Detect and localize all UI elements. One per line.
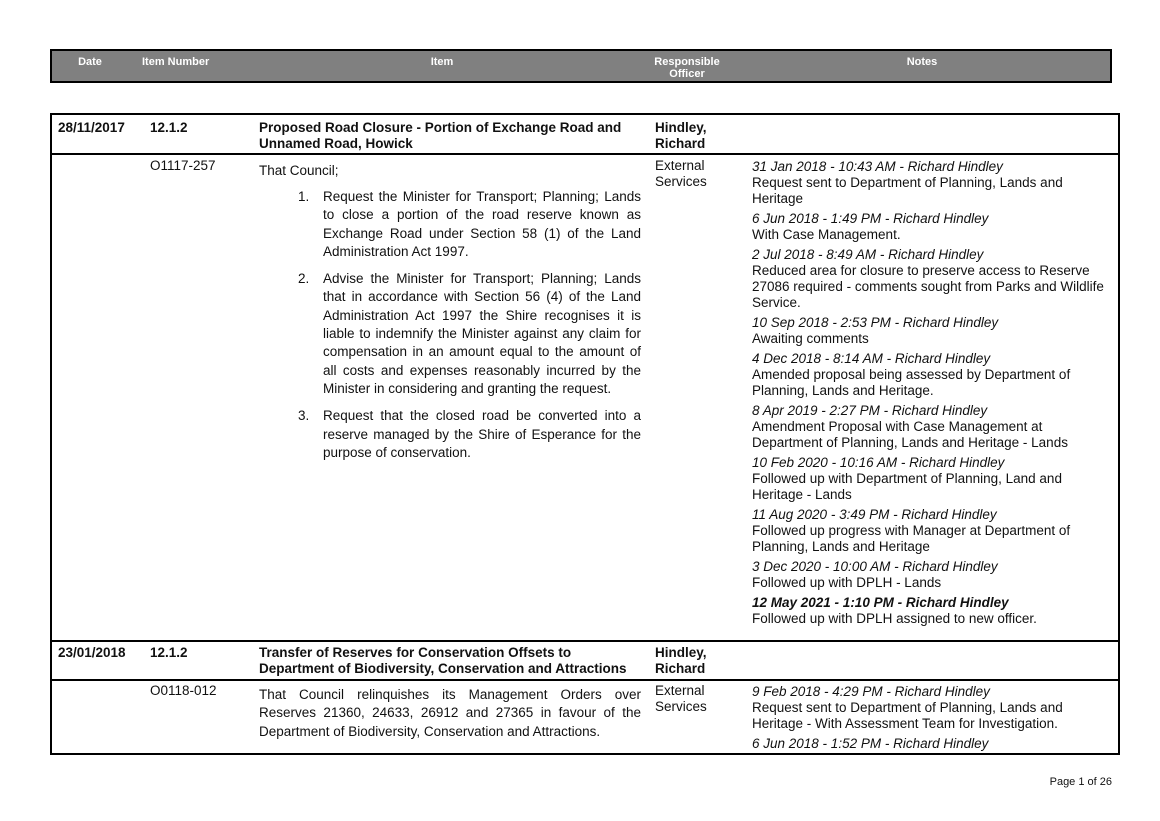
record2-officer-line2: Richard (655, 660, 706, 676)
col-header-officer-line2: Officer (669, 68, 705, 80)
record2-notes: 9 Feb 2018 - 4:29 PM - Richard Hindley Re… (752, 683, 1114, 753)
note-body: Followed up with Department of Planning,… (752, 471, 1062, 502)
note-body: With Case Management. (752, 227, 901, 242)
record2-date: 23/01/2018 (58, 645, 126, 660)
record2-header-divider (52, 679, 1118, 681)
note-body: Amendment Proposal with Case Management … (752, 419, 1068, 450)
note-heading: 2 Jul 2018 - 8:49 AM - Richard Hindley (752, 247, 984, 262)
note-entry: 10 Sep 2018 - 2:53 PM - Richard Hindley A… (752, 314, 1114, 347)
resolution-number: 2. (298, 271, 310, 287)
note-heading: 31 Jan 2018 - 10:43 AM - Richard Hindley (752, 159, 1003, 174)
record2-resolution-text: That Council relinquishes its Management… (259, 687, 641, 739)
note-entry: 31 Jan 2018 - 10:43 AM - Richard Hindley… (752, 158, 1114, 207)
note-entry: 4 Dec 2018 - 8:14 AM - Richard Hindley Am… (752, 350, 1114, 399)
record2-title-line1: Transfer of Reserves for Conservation Of… (259, 645, 572, 660)
record1-officer: Hindley, Richard (655, 120, 707, 151)
record1-title: Proposed Road Closure - Portion of Excha… (259, 120, 649, 151)
note-heading: 10 Feb 2020 - 10:16 AM - Richard Hindley (752, 455, 1005, 470)
record1-resolution-ref: O1117-257 (150, 158, 216, 173)
note-body: Request sent to Department of Planning, … (752, 175, 1063, 206)
note-heading: 6 Jun 2018 - 1:49 PM - Richard Hindley (752, 211, 989, 226)
note-body: Followed up with DPLH assigned to new of… (752, 611, 1037, 626)
record2-officer-line1: Hindley, (655, 645, 707, 660)
note-entry-latest: 12 May 2021 - 1:10 PM - Richard Hindley F… (752, 594, 1114, 627)
note-body: Followed up with DPLH - Lands (752, 575, 942, 590)
note-entry: 6 Jun 2018 - 1:52 PM - Richard Hindley (752, 735, 1114, 752)
note-entry: 8 Apr 2019 - 2:27 PM - Richard Hindley Am… (752, 402, 1114, 451)
record1-notes: 31 Jan 2018 - 10:43 AM - Richard Hindley… (752, 158, 1114, 630)
record1-department-line2: Services (655, 174, 707, 189)
col-header-item: Item (430, 56, 454, 68)
note-body: Followed up progress with Manager at Dep… (752, 523, 1071, 554)
note-body: Awaiting comments (752, 331, 869, 346)
record2-officer: Hindley, Richard (655, 645, 707, 676)
record2-department: External Services (655, 683, 707, 715)
record1-item-number: 12.1.2 (150, 120, 188, 135)
record2-title-line2: Department of Biodiversity, Conservation… (259, 660, 627, 676)
items-table: 28/11/2017 12.1.2 Proposed Road Closure … (50, 113, 1120, 755)
note-heading: 8 Apr 2019 - 2:27 PM - Richard Hindley (752, 403, 988, 418)
note-entry: 10 Feb 2020 - 10:16 AM - Richard Hindley… (752, 454, 1114, 503)
col-header-responsible-officer: Responsible Officer (642, 56, 732, 80)
record2-resolution-ref: O0118-012 (150, 683, 217, 698)
record-divider (52, 640, 1118, 642)
record2-title: Transfer of Reserves for Conservation Of… (259, 645, 651, 676)
resolution-item: 1. Request the Minister for Transport; Pl… (298, 188, 641, 261)
resolution-number: 1. (298, 189, 310, 204)
record1-title-line1: Proposed Road Closure - Portion of Excha… (259, 120, 622, 135)
note-heading: 9 Feb 2018 - 4:29 PM - Richard Hindley (752, 684, 990, 699)
note-heading: 4 Dec 2018 - 8:14 AM - Richard Hindley (752, 351, 991, 366)
note-heading: 10 Sep 2018 - 2:53 PM - Richard Hindley (752, 315, 999, 330)
note-heading: 12 May 2021 - 1:10 PM - Richard Hindley (752, 595, 1009, 610)
record1-intro: That Council; (259, 163, 339, 178)
note-entry: 11 Aug 2020 - 3:49 PM - Richard Hindley F… (752, 506, 1114, 555)
record1-department: External Services (655, 158, 707, 190)
col-header-notes: Notes (906, 56, 938, 68)
record1-resolution-list: 1. Request the Minister for Transport; Pl… (298, 188, 641, 471)
record1-date: 28/11/2017 (58, 120, 125, 135)
resolution-text: Request the Minister for Transport; Plan… (323, 189, 641, 259)
resolution-text: Request that the closed road be converte… (323, 408, 641, 460)
note-heading: 3 Dec 2020 - 10:00 AM - Richard Hindley (752, 559, 998, 574)
col-header-item-number: Item Number (142, 56, 210, 68)
note-body: Request sent to Department of Planning, … (752, 700, 1063, 731)
record1-officer-line1: Hindley, (655, 120, 707, 135)
record2-department-line2: Services (655, 699, 707, 714)
note-entry: 3 Dec 2020 - 10:00 AM - Richard Hindley F… (752, 558, 1114, 591)
page-number: Page 1 of 26 (1049, 776, 1112, 788)
col-header-officer-line1: Responsible (654, 56, 720, 68)
resolution-text: Advise the Minister for Transport; Plann… (323, 271, 641, 396)
record1-department-line1: External (655, 158, 705, 173)
note-body: Amended proposal being assessed by Depar… (752, 367, 1071, 398)
record1-officer-line2: Richard (655, 135, 706, 151)
record2-item-number: 12.1.2 (150, 645, 188, 660)
note-entry: 2 Jul 2018 - 8:49 AM - Richard Hindley Re… (752, 246, 1114, 311)
record1-header-divider (52, 153, 1118, 155)
record2-department-line1: External (655, 683, 705, 698)
note-entry: 9 Feb 2018 - 4:29 PM - Richard Hindley Re… (752, 683, 1114, 732)
record1-title-line2: Unnamed Road, Howick (259, 135, 413, 151)
note-heading: 11 Aug 2020 - 3:49 PM - Richard Hindley (752, 507, 997, 522)
resolution-item: 2. Advise the Minister for Transport; Pla… (298, 270, 641, 398)
note-body: Reduced area for closure to preserve acc… (752, 263, 1104, 310)
resolution-item: 3. Request that the closed road be conver… (298, 407, 641, 462)
note-heading: 6 Jun 2018 - 1:52 PM - Richard Hindley (752, 736, 989, 751)
note-entry: 6 Jun 2018 - 1:49 PM - Richard Hindley Wi… (752, 210, 1114, 243)
resolution-number: 3. (298, 408, 310, 424)
column-header-band: Date Item Number Item Responsible Office… (50, 49, 1112, 83)
col-header-date: Date (78, 56, 102, 68)
